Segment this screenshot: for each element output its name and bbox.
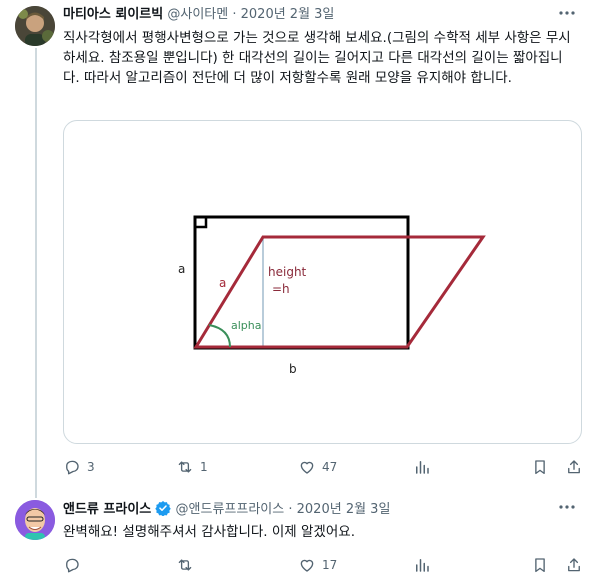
retweet-button[interactable] <box>176 555 200 575</box>
avatar-tweet2[interactable] <box>15 500 55 540</box>
figure-label-b: b <box>289 362 297 376</box>
tweet1-separator: · <box>232 7 237 22</box>
share-icon <box>568 460 580 474</box>
like-button[interactable]: 47 <box>298 457 337 477</box>
tweet2-header: 앤드류 프라이스 @앤드류프프라이스 · 2020년 2월 3일 <box>63 500 390 522</box>
figure-label-height: height <box>268 265 307 279</box>
tweet1-date[interactable]: 2020년 2월 3일 <box>241 7 335 22</box>
reply-button[interactable]: 3 <box>63 457 95 477</box>
figure-label-a-slant: a <box>219 276 226 290</box>
avatar-tweet1[interactable] <box>15 6 55 46</box>
tweet2-action-bar: 17 <box>63 555 583 575</box>
retweet-icon <box>178 559 192 571</box>
like-button[interactable]: 17 <box>298 555 337 575</box>
more-icon[interactable] <box>558 498 576 520</box>
share-icon <box>568 558 580 572</box>
share-button[interactable] <box>565 555 583 575</box>
parallelogram-figure: a a height =h alpha b <box>178 215 486 376</box>
figure-label-a-left: a <box>178 262 185 276</box>
reply-icon <box>66 558 79 573</box>
views-icon <box>416 461 429 474</box>
tweet2-author-name[interactable]: 앤드류 프라이스 <box>63 502 151 517</box>
like-count: 47 <box>322 460 338 474</box>
tweet2-separator: · <box>288 502 293 517</box>
thread-connector-line <box>35 48 37 498</box>
like-icon <box>300 461 314 474</box>
bookmark-button[interactable] <box>531 457 549 477</box>
bookmark-icon <box>535 460 545 475</box>
tweet1-text: 직사각형에서 평행사변형으로 가는 것으로 생각해 보세요.(그림의 수학적 세… <box>63 30 571 86</box>
tweet1-header: 마티아스 뢰이르빅 @사이타멘 · 2020년 2월 3일 <box>63 6 334 24</box>
tweet1-action-bar: 3 1 47 <box>63 457 583 477</box>
like-count: 17 <box>322 558 338 572</box>
tweet2-text: 완벽해요! 설명해주셔서 감사합니다. 이제 알겠어요. <box>63 524 355 540</box>
views-button[interactable] <box>413 457 431 477</box>
tweet1-handle[interactable]: @사이타멘 <box>167 7 228 22</box>
tweet1-media-image[interactable]: a a height =h alpha b <box>63 120 582 444</box>
bookmark-button[interactable] <box>531 555 549 575</box>
figure-label-alpha: alpha <box>231 319 262 332</box>
reply-count: 3 <box>87 460 95 474</box>
retweet-count: 1 <box>200 460 208 474</box>
views-icon <box>416 559 429 572</box>
more-icon[interactable] <box>558 4 576 26</box>
tweet2-handle[interactable]: @앤드류프프라이스 <box>176 502 285 517</box>
views-button[interactable] <box>413 555 431 575</box>
retweet-icon <box>178 461 192 473</box>
share-button[interactable] <box>565 457 583 477</box>
tweet1-author-name[interactable]: 마티아스 뢰이르빅 <box>63 7 163 22</box>
reply-button[interactable] <box>63 555 87 575</box>
figure-label-eq-h: =h <box>272 282 290 296</box>
reply-icon <box>66 460 79 475</box>
like-icon <box>300 559 314 572</box>
tweet2-date[interactable]: 2020년 2월 3일 <box>297 502 391 517</box>
verified-badge-icon <box>155 500 172 522</box>
figure-alpha-arc <box>208 324 231 348</box>
retweet-button[interactable]: 1 <box>176 457 208 477</box>
bookmark-icon <box>535 558 545 573</box>
